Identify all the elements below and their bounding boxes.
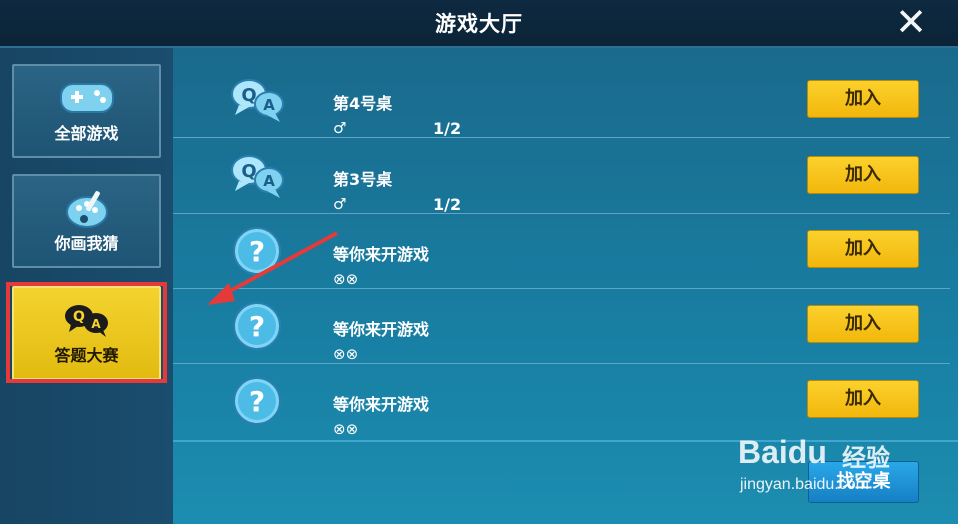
annotation-arrow	[207, 231, 338, 305]
player-count: 1/2	[433, 119, 462, 138]
room-title: 等你来开游戏	[333, 395, 430, 414]
room-title: 等你来开游戏	[333, 320, 430, 339]
gender-icon: ♂	[333, 195, 347, 213]
qa-icon: Q A	[227, 72, 287, 126]
sidebar-item-label: 你画我猜	[54, 234, 119, 253]
table-row: Q A 第4号桌 ♂ 1/2 加入	[173, 62, 950, 138]
page-title: 游戏大厅	[435, 12, 523, 36]
palette-icon	[14, 188, 159, 228]
footer-divider	[173, 440, 958, 442]
highlight-box	[6, 282, 167, 383]
sidebar-item-draw-guess[interactable]: 你画我猜	[12, 174, 161, 268]
player-count: 1/2	[433, 195, 462, 214]
gamepad-icon	[14, 78, 159, 118]
sidebar-item-all-games[interactable]: 全部游戏	[12, 64, 161, 158]
room-title: 第4号桌	[333, 94, 393, 113]
room-title: 等你来开游戏	[333, 245, 430, 264]
sidebar-item-label: 全部游戏	[54, 124, 119, 143]
join-button[interactable]: 加入	[807, 230, 919, 268]
svg-text:A: A	[263, 172, 275, 190]
table-row: Q A 第3号桌 ♂ 1/2 加入	[173, 138, 950, 214]
join-button[interactable]: 加入	[807, 80, 919, 118]
table-row: ? 等你来开游戏 ⊗⊗ 加入	[173, 363, 950, 438]
room-title: 第3号桌	[333, 170, 393, 189]
svg-text:A: A	[263, 96, 275, 114]
header-bar: 游戏大厅 ✕	[0, 0, 958, 48]
join-button[interactable]: 加入	[807, 380, 919, 418]
empty-slots: ⊗⊗	[333, 420, 359, 438]
find-empty-table-button[interactable]: 找空桌	[808, 461, 919, 503]
gender-icon: ♂	[333, 119, 347, 137]
close-icon[interactable]: ✕	[890, 3, 932, 42]
question-icon: ?	[227, 373, 287, 427]
join-button[interactable]: 加入	[807, 156, 919, 194]
qa-icon: Q A	[227, 148, 287, 202]
join-button[interactable]: 加入	[807, 305, 919, 343]
svg-text:?: ?	[249, 385, 265, 418]
empty-slots: ⊗⊗	[333, 345, 359, 363]
